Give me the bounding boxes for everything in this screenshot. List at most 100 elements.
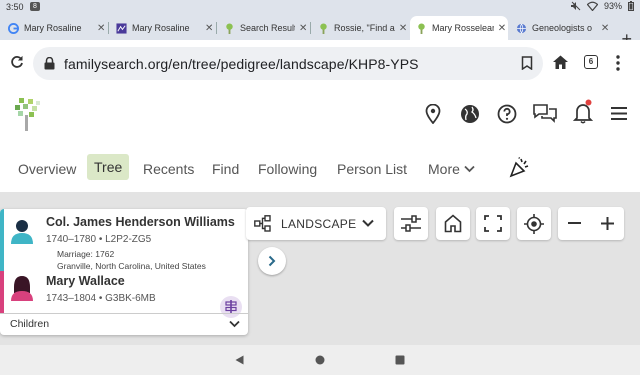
tab-close-icon[interactable]: ✕ — [96, 23, 106, 34]
status-right: 93% — [570, 1, 634, 11]
children-dropdown[interactable]: Children — [0, 313, 248, 335]
nav-find[interactable]: Find — [212, 157, 239, 181]
view-mode-selector[interactable]: LANDSCAPE — [246, 207, 386, 240]
view-mode-label: LANDSCAPE — [281, 217, 357, 231]
browser-tab[interactable]: Mary Rosaline ✕ — [110, 16, 214, 40]
globe-icon[interactable] — [460, 104, 480, 124]
party-popper-icon[interactable] — [509, 156, 531, 178]
fullscreen-icon — [484, 215, 502, 232]
marriage-date: Marriage: 1762 — [57, 249, 115, 259]
couple-card[interactable]: Col. James Henderson Williams 1740–1780 … — [0, 209, 248, 335]
url-text[interactable]: familysearch.org/en/tree/pedigree/landsc… — [64, 56, 419, 72]
male-avatar-icon[interactable] — [8, 216, 36, 244]
globe-icon — [516, 23, 527, 34]
recents-square-icon[interactable] — [395, 355, 405, 365]
mute-icon — [570, 1, 581, 11]
chevron-down-icon — [362, 219, 374, 227]
tab-title: Mary Rosaline — [24, 23, 82, 33]
nav-more[interactable]: More — [428, 157, 460, 181]
male-indicator — [0, 209, 4, 271]
husband-name[interactable]: Col. James Henderson Williams — [46, 215, 235, 229]
notifications-bell-icon[interactable] — [573, 99, 593, 124]
nav-overview[interactable]: Overview — [18, 157, 76, 181]
status-bar: 3:50 8 93% — [0, 0, 640, 14]
tab-divider — [310, 22, 311, 34]
familysearch-tree-icon — [226, 22, 233, 34]
help-icon[interactable] — [497, 104, 517, 124]
bookmark-icon[interactable] — [521, 56, 533, 70]
crosshair-icon — [524, 214, 544, 234]
nav-following[interactable]: Following — [258, 157, 317, 181]
messages-icon[interactable] — [533, 104, 557, 124]
nav-recents[interactable]: Recents — [143, 157, 194, 181]
expand-parents-button[interactable] — [258, 247, 286, 275]
familysearch-tree-icon — [320, 22, 327, 34]
home-icon[interactable] — [553, 55, 568, 69]
tree-canvas[interactable]: Col. James Henderson Williams 1740–1780 … — [0, 192, 640, 345]
overflow-menu-icon[interactable] — [615, 55, 621, 71]
tab-close-icon[interactable]: ✕ — [298, 23, 308, 34]
recenter-button[interactable] — [517, 207, 551, 240]
sliders-icon — [401, 215, 421, 232]
nav-tree[interactable]: Tree — [87, 154, 130, 180]
marriage-place: Granville, North Carolina, United States — [57, 261, 206, 271]
browser-tab-strip: Mary Rosaline ✕ Mary Rosaline ✕ Search R… — [0, 14, 640, 48]
tab-title: Mary Rosselean — [432, 23, 494, 33]
zoom-controls — [558, 207, 624, 240]
chevron-right-icon — [268, 255, 276, 267]
home-icon — [444, 214, 462, 233]
browser-tab-active[interactable]: Mary Rosselean ✕ — [410, 16, 508, 40]
notification-badge: 8 — [30, 2, 40, 11]
browser-tab[interactable]: Rossie, "Find a ✕ — [312, 16, 408, 40]
fullscreen-button[interactable] — [476, 207, 510, 240]
tab-title: Rossie, "Find a — [334, 23, 395, 33]
lock-icon[interactable] — [44, 57, 55, 70]
wife-meta: 1743–1804 • G3BK-6MB — [46, 293, 156, 304]
tab-switcher-button[interactable]: 6 — [584, 55, 598, 69]
google-icon — [8, 22, 19, 34]
tab-title: Mary Rosaline — [132, 23, 190, 33]
browser-toolbar: familysearch.org/en/tree/pedigree/landsc… — [0, 40, 640, 87]
female-indicator — [0, 271, 4, 313]
reload-icon[interactable] — [10, 55, 24, 69]
back-icon[interactable] — [235, 355, 244, 365]
tab-title: Geneologists o — [532, 23, 593, 33]
female-avatar-icon[interactable] — [8, 273, 36, 301]
battery-level: 93% — [603, 1, 622, 11]
tree-settings-button[interactable] — [394, 207, 428, 240]
purple-square-icon — [116, 22, 127, 34]
location-pin-icon[interactable] — [425, 104, 441, 124]
tab-title: Search Results — [240, 23, 296, 33]
tree-home-button[interactable] — [436, 207, 470, 240]
zoom-out-icon[interactable] — [568, 222, 581, 224]
chevron-down-icon[interactable] — [229, 320, 240, 328]
tab-close-icon[interactable]: ✕ — [600, 23, 610, 34]
wife-name[interactable]: Mary Wallace — [46, 274, 125, 288]
familysearch-tree-icon — [418, 22, 425, 34]
tab-divider — [108, 22, 109, 34]
android-navigation-bar — [0, 345, 640, 375]
wifi-icon — [586, 1, 598, 11]
chevron-down-icon[interactable] — [464, 165, 475, 173]
battery-icon — [628, 1, 634, 11]
tab-close-icon[interactable]: ✕ — [204, 23, 214, 34]
children-label: Children — [10, 318, 50, 330]
nav-person-list[interactable]: Person List — [337, 157, 407, 181]
home-circle-icon[interactable] — [315, 355, 325, 365]
status-time: 3:50 — [6, 2, 24, 12]
tab-close-icon[interactable]: ✕ — [497, 23, 507, 34]
tree-nav: Overview Tree Recents Find Following Per… — [0, 140, 640, 192]
app-header — [0, 87, 640, 140]
husband-meta: 1740–1780 • L2P2-ZG5 — [46, 234, 152, 245]
hamburger-menu-icon[interactable] — [611, 107, 627, 120]
browser-tab[interactable]: Search Results ✕ — [218, 16, 308, 40]
browser-tab[interactable]: Mary Rosaline ✕ — [2, 16, 106, 40]
zoom-in-icon[interactable] — [601, 217, 614, 230]
tab-close-icon[interactable]: ✕ — [398, 23, 408, 34]
address-bar[interactable]: familysearch.org/en/tree/pedigree/landsc… — [33, 47, 543, 80]
signpost-icon — [225, 300, 237, 314]
tree-structure-icon — [254, 215, 271, 232]
tab-divider — [216, 22, 217, 34]
browser-tab[interactable]: Geneologists o ✕ — [510, 16, 610, 40]
familysearch-logo[interactable] — [14, 97, 42, 131]
